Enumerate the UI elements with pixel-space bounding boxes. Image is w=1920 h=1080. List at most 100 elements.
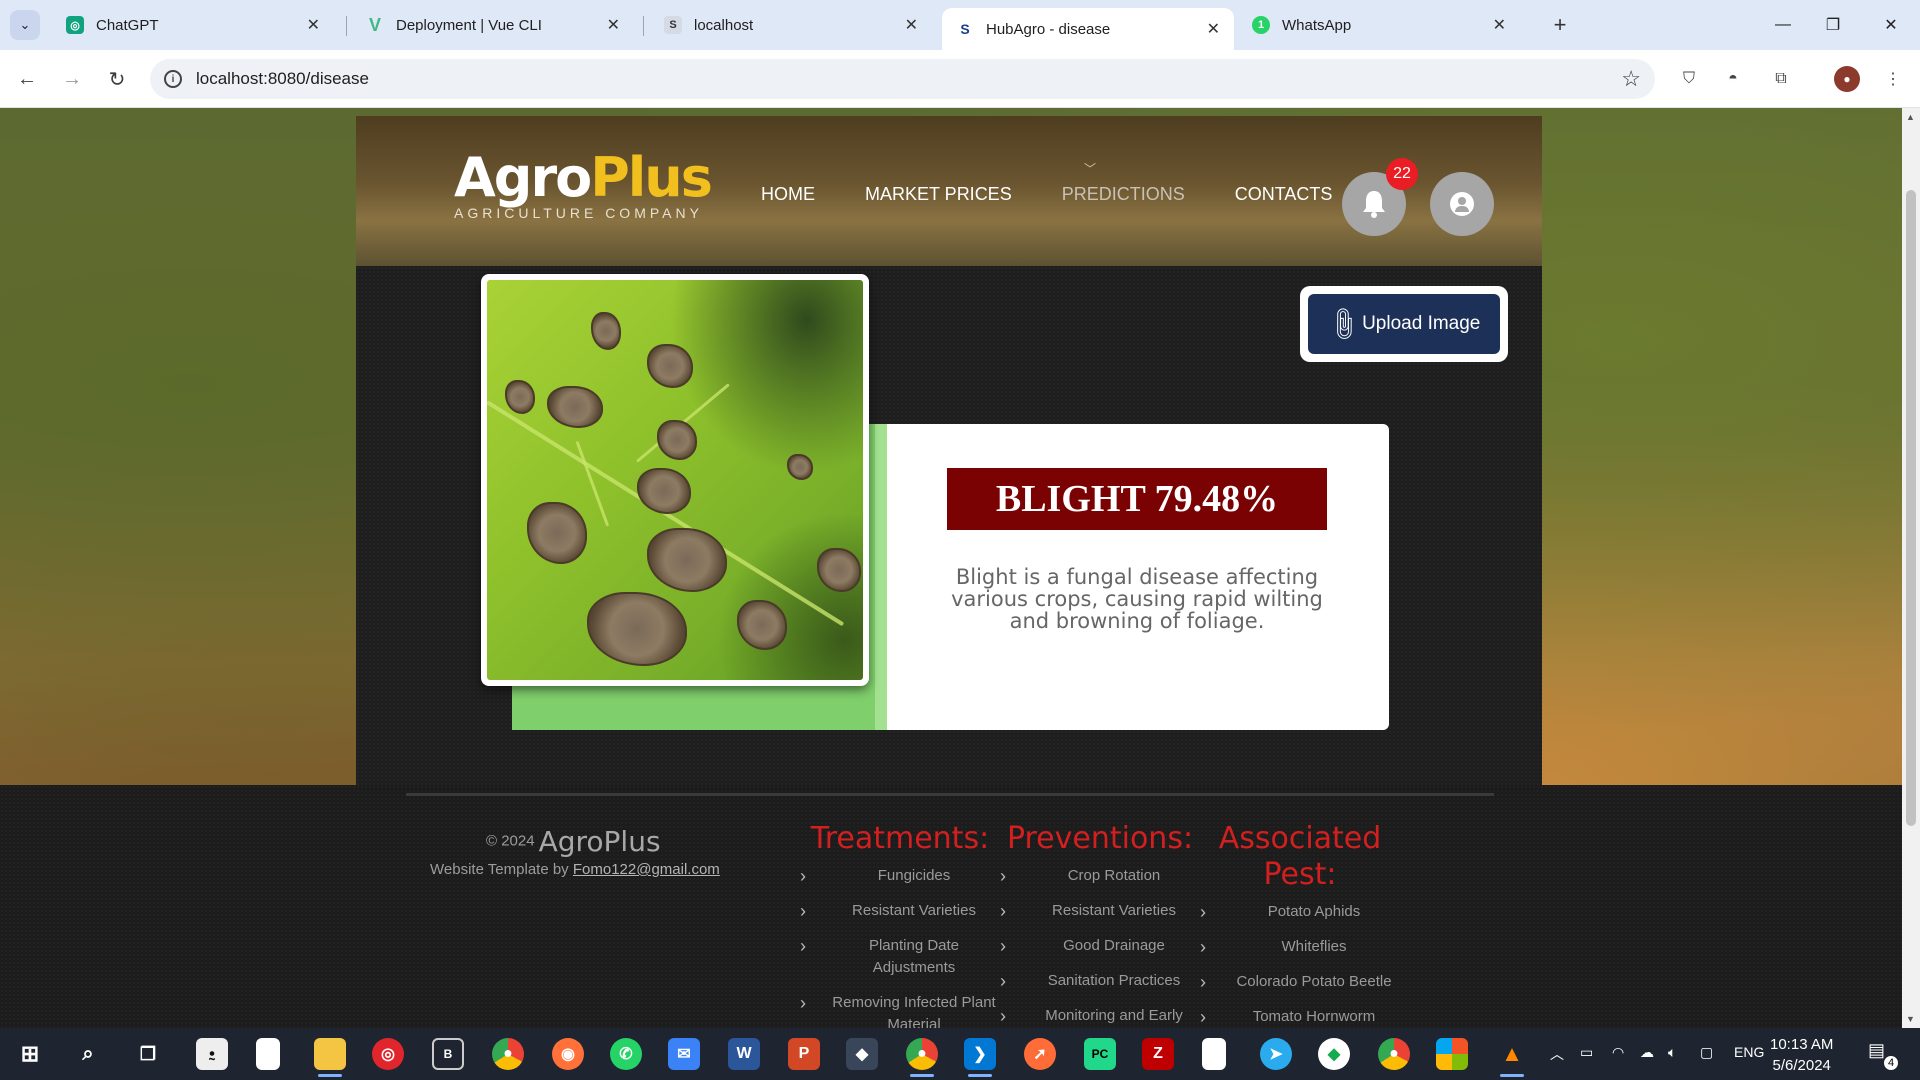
spy-extension-icon[interactable]: ◓ <box>1720 66 1746 92</box>
tablet-app-icon[interactable]: B <box>432 1038 464 1070</box>
clock[interactable]: 10:13 AM 5/6/2024 <box>1770 1034 1833 1076</box>
site-header: AgroPlus AGRICULTURE COMPANY ﹀ HOME MARK… <box>356 116 1542 266</box>
whatsapp-taskbar-icon[interactable]: ✆ <box>610 1038 642 1070</box>
site-logo[interactable]: AgroPlus AGRICULTURE COMPANY <box>454 146 713 221</box>
notification-center-icon[interactable]: ▤ <box>1868 1040 1885 1061</box>
close-window-button[interactable]: ✕ <box>1868 10 1914 40</box>
onedrive-icon[interactable]: ☁ <box>1640 1044 1654 1061</box>
restore-button[interactable]: ❐ <box>1810 10 1856 40</box>
address-bar[interactable]: i localhost:8080/disease ☆ <box>150 59 1655 99</box>
shield-extension-icon[interactable]: ⛉ <box>1676 66 1702 92</box>
close-icon[interactable]: ✕ <box>1493 15 1506 35</box>
pest-item[interactable]: Colorado Potato Beetle <box>1200 971 1400 993</box>
upload-image-button[interactable]: 📎︎ Upload Image <box>1308 294 1500 354</box>
filezilla-icon[interactable]: Z <box>1142 1038 1174 1070</box>
postman-icon[interactable]: ➚ <box>1024 1038 1056 1070</box>
windows-start-icon[interactable]: ⊞ <box>14 1038 46 1070</box>
treatment-item[interactable]: Fungicides <box>800 865 1000 887</box>
new-tab-button[interactable]: + <box>1545 10 1575 40</box>
scroll-down-icon[interactable]: ▼ <box>1906 1014 1915 1024</box>
minimize-button[interactable]: — <box>1760 10 1806 40</box>
wifi-icon[interactable]: ◠ <box>1612 1044 1624 1061</box>
treatment-item[interactable]: Resistant Varieties <box>800 900 1000 922</box>
template-email-link[interactable]: Fomo122@gmail.com <box>573 861 720 878</box>
notification-center-count: 4 <box>1884 1056 1898 1070</box>
nav-home[interactable]: HOME <box>761 184 815 205</box>
treatment-item[interactable]: Removing Infected Plant Material <box>800 992 1000 1028</box>
close-icon[interactable]: ✕ <box>607 15 620 35</box>
search-icon[interactable]: ⌕ <box>72 1038 104 1070</box>
chrome-menu-icon[interactable]: ⋮ <box>1880 66 1906 92</box>
footer-divider <box>406 793 1494 796</box>
profile-avatar[interactable]: ● <box>1834 66 1860 92</box>
scrollbar-thumb[interactable] <box>1906 190 1916 826</box>
close-icon[interactable]: ✕ <box>307 15 320 35</box>
prevention-item[interactable]: Crop Rotation <box>1000 865 1200 887</box>
localhost-icon: S <box>664 16 682 34</box>
chrome-icon[interactable]: ● <box>492 1038 524 1070</box>
nav-market-prices[interactable]: MARKET PRICES <box>865 184 1012 205</box>
close-icon[interactable]: ✕ <box>1207 19 1220 39</box>
prevention-item[interactable]: Sanitation Practices <box>1000 970 1200 992</box>
prevention-item[interactable]: Good Drainage <box>1000 935 1200 957</box>
pycharm-icon[interactable]: PC <box>1084 1038 1116 1070</box>
back-button[interactable]: ← <box>12 64 42 94</box>
chrome-profile-icon[interactable]: ● <box>1378 1038 1410 1070</box>
task-view-icon[interactable]: ❐ <box>132 1038 164 1070</box>
bell-icon <box>1363 191 1385 218</box>
nav-predictions[interactable]: PREDICTIONS <box>1062 184 1185 205</box>
tab-hubagro-disease[interactable]: S HubAgro - disease ✕ <box>942 8 1234 50</box>
meet-now-icon[interactable]: ▢ <box>1700 1044 1713 1061</box>
nav-contacts[interactable]: CONTACTS <box>1235 184 1333 205</box>
treatments-heading: Treatments: <box>810 821 990 856</box>
mongodb-compass-icon[interactable]: ◆ <box>1318 1038 1350 1070</box>
volume-icon[interactable]: 🔈︎ <box>1668 1044 1676 1061</box>
forward-button[interactable]: → <box>57 64 87 94</box>
close-icon[interactable]: ✕ <box>905 15 918 35</box>
browser-tab-bar: ⌄ ◎ ChatGPT ✕ V Deployment | Vue CLI ✕ S… <box>0 0 1920 50</box>
main-nav: HOME MARKET PRICES PREDICTIONS CONTACTS <box>761 184 1332 205</box>
site-info-icon[interactable]: i <box>164 70 182 88</box>
whatsapp-icon: 1 <box>1252 16 1270 34</box>
screen-recorder-icon[interactable]: ◎ <box>372 1038 404 1070</box>
user-account-button[interactable] <box>1430 172 1494 236</box>
microsoft-store-icon[interactable] <box>1436 1038 1468 1070</box>
mail-icon[interactable]: ✉ <box>668 1038 700 1070</box>
tab-whatsapp[interactable]: 1 WhatsApp ✕ <box>1238 8 1520 42</box>
site-footer: © 2024 AgroPlus Website Template by Fomo1… <box>0 785 1902 1028</box>
extensions-puzzle-icon[interactable]: ⧉ <box>1768 66 1794 92</box>
amharic-keyboard-icon[interactable]: ꔸ <box>196 1038 228 1070</box>
vlc-icon[interactable]: ▲ <box>1496 1038 1528 1070</box>
powerpoint-icon[interactable]: P <box>788 1038 820 1070</box>
reload-button[interactable]: ↻ <box>102 64 132 94</box>
firefox-icon[interactable]: ◉ <box>552 1038 584 1070</box>
pest-item[interactable]: Tomato Hornworm <box>1200 1006 1400 1028</box>
bookmark-star-icon[interactable]: ☆ <box>1621 66 1641 92</box>
disease-prediction-title: BLIGHT 79.48% <box>947 468 1327 530</box>
tab-search-button[interactable]: ⌄ <box>10 10 40 40</box>
tab-chatgpt[interactable]: ◎ ChatGPT ✕ <box>52 8 334 42</box>
telegram-icon[interactable]: ➤ <box>1260 1038 1292 1070</box>
preventions-heading: Preventions: <box>1006 821 1194 856</box>
tab-localhost[interactable]: S localhost ✕ <box>650 8 932 42</box>
file-explorer-icon[interactable] <box>314 1038 346 1070</box>
battery-icon[interactable]: ▭ <box>1580 1044 1593 1061</box>
pest-item[interactable]: Whiteflies <box>1200 936 1400 958</box>
virtualbox-icon[interactable]: ◆ <box>846 1038 878 1070</box>
prevention-item[interactable]: Monitoring and Early <box>1000 1005 1200 1027</box>
pest-item[interactable]: Potato Aphids <box>1200 901 1400 923</box>
tab-vue-cli[interactable]: V Deployment | Vue CLI ✕ <box>352 8 634 42</box>
document-icon[interactable] <box>1202 1038 1226 1070</box>
vscode-icon[interactable]: ❯ <box>964 1038 996 1070</box>
treatment-item[interactable]: Planting Date Adjustments <box>800 935 1000 979</box>
word-icon[interactable]: W <box>728 1038 760 1070</box>
notepad-icon[interactable] <box>256 1038 280 1070</box>
scroll-up-icon[interactable]: ▲ <box>1906 112 1915 122</box>
paperclip-icon: 📎︎ <box>1322 303 1364 345</box>
prevention-item[interactable]: Resistant Varieties <box>1000 900 1200 922</box>
language-indicator[interactable]: ENG <box>1734 1044 1764 1060</box>
show-hidden-icons[interactable]: ︿ <box>1550 1044 1564 1064</box>
chrome-active-icon[interactable]: ● <box>906 1038 938 1070</box>
associated-pest-heading: Associated Pest: <box>1218 821 1382 892</box>
page-scrollbar[interactable]: ▲ ▼ <box>1902 108 1920 1028</box>
